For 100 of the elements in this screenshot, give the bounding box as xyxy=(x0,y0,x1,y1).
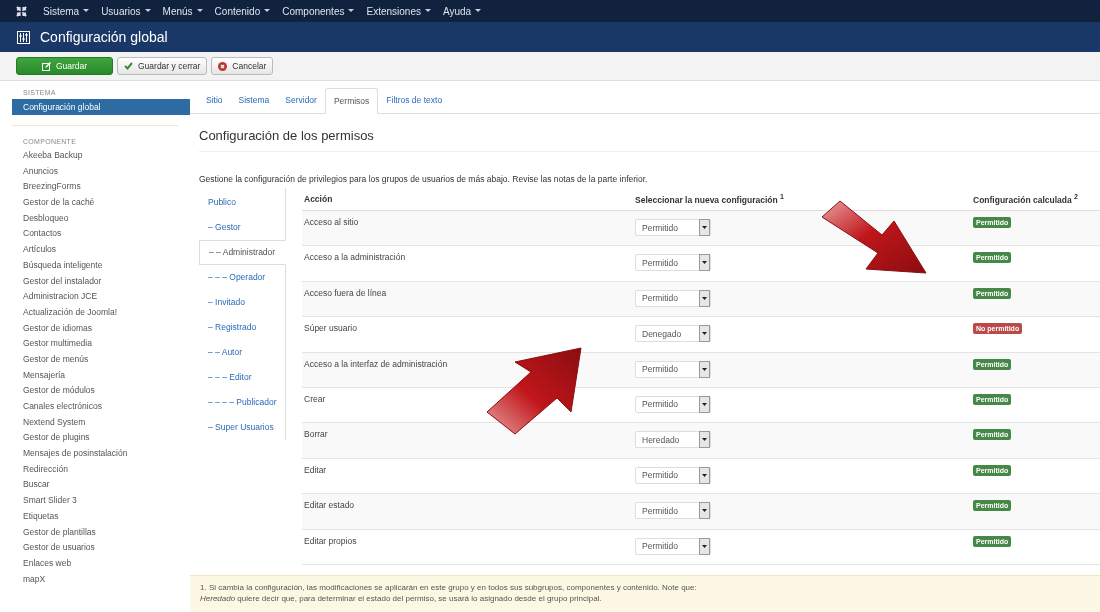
sidebar-item[interactable]: Anuncios xyxy=(0,163,190,180)
sidebar-item[interactable]: Redirección xyxy=(0,461,190,478)
caret-icon xyxy=(699,289,710,307)
sidebar-item[interactable]: Gestor de módulos xyxy=(0,383,190,399)
menu-item[interactable]: Componentes xyxy=(282,5,355,17)
caret-icon xyxy=(144,9,151,13)
caret-icon xyxy=(699,395,710,413)
menu-item[interactable]: Usuarios xyxy=(101,5,151,17)
tab[interactable]: Permisos xyxy=(324,88,379,114)
sidebar-item[interactable]: mapX xyxy=(0,571,190,588)
sidebar-item[interactable]: Etiquetas xyxy=(0,508,190,525)
page-title: Configuración global xyxy=(40,29,168,45)
select-field[interactable]: Permitido xyxy=(635,502,711,520)
action-label: Crear xyxy=(304,393,326,404)
sidebar-item[interactable]: Smart Slider 3 xyxy=(0,493,190,509)
action-label: Súper usuario xyxy=(304,323,357,334)
select-field[interactable]: Permitido xyxy=(635,360,711,378)
cancel-icon xyxy=(218,61,228,71)
menu-item[interactable]: Sistema xyxy=(43,5,90,17)
select-field[interactable]: Permitido xyxy=(635,537,711,555)
sidebar-item[interactable]: Administracion JCE xyxy=(0,289,190,305)
sidebar-item[interactable]: Enlaces web xyxy=(0,555,190,572)
sidebar-item[interactable]: Gestor de usuarios xyxy=(0,540,190,556)
menu-item[interactable]: Extensiones xyxy=(366,5,431,17)
check-icon xyxy=(124,62,133,70)
note-text: 1. Si cambia la configuración, las modificaciones se aplicarán en este grupo y en todos sus subgrupos, componentes y contenido. Note que: xyxy=(200,581,698,593)
caret-icon xyxy=(699,360,710,378)
group-tab[interactable]: – – Autor xyxy=(199,340,285,365)
sidebar-item[interactable]: Configuración global xyxy=(12,99,190,115)
sidebar-item[interactable]: BreezingForms xyxy=(0,179,190,196)
sidebar-item[interactable]: Canales electrónicos xyxy=(0,399,190,415)
logo-icon[interactable] xyxy=(16,5,27,17)
sidebar-item[interactable]: Gestor multimedia xyxy=(0,336,190,352)
cancel-button[interactable]: Cancelar xyxy=(211,57,274,75)
action-label: Borrar xyxy=(304,429,328,440)
select-field[interactable]: Permitido xyxy=(635,219,711,236)
caret-icon xyxy=(699,325,710,343)
sidebar-item[interactable]: Desbloqueo xyxy=(0,210,190,227)
sidebar-item[interactable]: Contactos xyxy=(0,226,190,243)
group-tab[interactable]: Publico xyxy=(199,190,285,215)
action-label: Editar estado xyxy=(304,500,355,511)
group-tab[interactable]: – – – Operador xyxy=(199,265,285,290)
sidebar-item[interactable]: Mensajería xyxy=(0,367,190,384)
group-tab[interactable]: – – – Editor xyxy=(199,365,285,390)
caret-icon xyxy=(699,502,710,520)
group-tab[interactable]: – Super Usuarios xyxy=(199,415,285,440)
group-tab[interactable]: – Registrado xyxy=(199,315,285,340)
sidebar-item[interactable]: Nextend System xyxy=(0,414,190,431)
sidebar-item[interactable]: Gestor del instalador xyxy=(0,273,190,290)
tab[interactable]: Sistema xyxy=(230,88,278,113)
save-button[interactable]: Guardar xyxy=(16,57,113,75)
caret-icon xyxy=(348,9,355,13)
sidebar-item[interactable]: Mensajes de posinstalación xyxy=(0,446,190,462)
tab[interactable]: Servidor xyxy=(277,88,325,113)
caret-icon xyxy=(83,9,90,13)
tab[interactable]: Filtros de texto xyxy=(378,88,451,113)
select-field[interactable]: Permitido xyxy=(635,289,711,307)
edit-icon xyxy=(41,61,51,71)
column-header: Configuración calculada $^{2}$ xyxy=(973,193,1079,205)
action-label: Acceso al sitio xyxy=(304,217,359,227)
tab[interactable]: Sitio xyxy=(198,88,231,113)
caret-icon xyxy=(699,254,710,272)
caret-icon xyxy=(699,466,710,484)
caret-icon xyxy=(424,9,431,13)
description-text: Gestione la configuración de privilegios para los grupos de usuarios de más abajo. Revise las notas de la parte inferior. xyxy=(199,174,649,184)
caret-icon xyxy=(699,431,710,449)
sidebar-item[interactable]: Artículos xyxy=(0,242,190,258)
save-close-button[interactable]: Guardar y cerrar xyxy=(117,57,208,75)
group-tab[interactable]: – – Administrador xyxy=(199,240,286,265)
column-header: Seleccionar la nueva configuración $^{1}$ xyxy=(635,193,785,205)
sidebar-item[interactable]: Búsqueda inteligente xyxy=(0,257,190,274)
menu-item[interactable]: Ayuda xyxy=(442,5,482,17)
sidebar-item[interactable]: Gestor de plugins xyxy=(0,430,190,447)
caret-icon xyxy=(699,219,710,236)
group-tab[interactable]: – Invitado xyxy=(199,290,285,315)
select-field[interactable]: Permitido xyxy=(635,254,711,272)
column-header: Acción xyxy=(303,194,334,204)
sidebar-item[interactable]: Akeeba Backup xyxy=(0,148,190,164)
group-tab[interactable]: – – – – Publicador xyxy=(199,390,285,415)
group-tab[interactable]: – Gestor xyxy=(199,215,285,240)
action-label: Editar propios xyxy=(304,535,357,546)
select-field[interactable]: Denegado xyxy=(635,325,711,343)
select-field[interactable]: Permitido xyxy=(635,466,711,484)
select-field[interactable]: Heredado xyxy=(635,431,711,449)
sidebar-item[interactable]: Gestor de idiomas xyxy=(0,320,190,337)
sidebar-item[interactable]: Gestor de plantillas xyxy=(0,524,190,541)
caret-icon xyxy=(699,537,710,555)
action-label: Acceso a la administración xyxy=(304,252,406,263)
select-field[interactable]: Permitido xyxy=(635,395,711,413)
menu-item[interactable]: Contenido xyxy=(214,5,271,17)
action-label: Acceso fuera de línea xyxy=(304,287,387,298)
caret-icon xyxy=(264,9,271,13)
sidebar-item[interactable]: Actualización de Joomla! xyxy=(0,304,190,321)
action-label: Acceso a la interfaz de administración xyxy=(304,358,448,369)
section-title: Configuración de los permisos xyxy=(199,128,1100,152)
menu-item[interactable]: Menús xyxy=(162,5,203,17)
sidebar-item[interactable]: Buscar xyxy=(0,477,190,494)
action-label: Editar xyxy=(304,464,327,475)
sidebar-item[interactable]: Gestor de la caché xyxy=(0,195,190,211)
sidebar-item[interactable]: Gestor de menús xyxy=(0,351,190,368)
